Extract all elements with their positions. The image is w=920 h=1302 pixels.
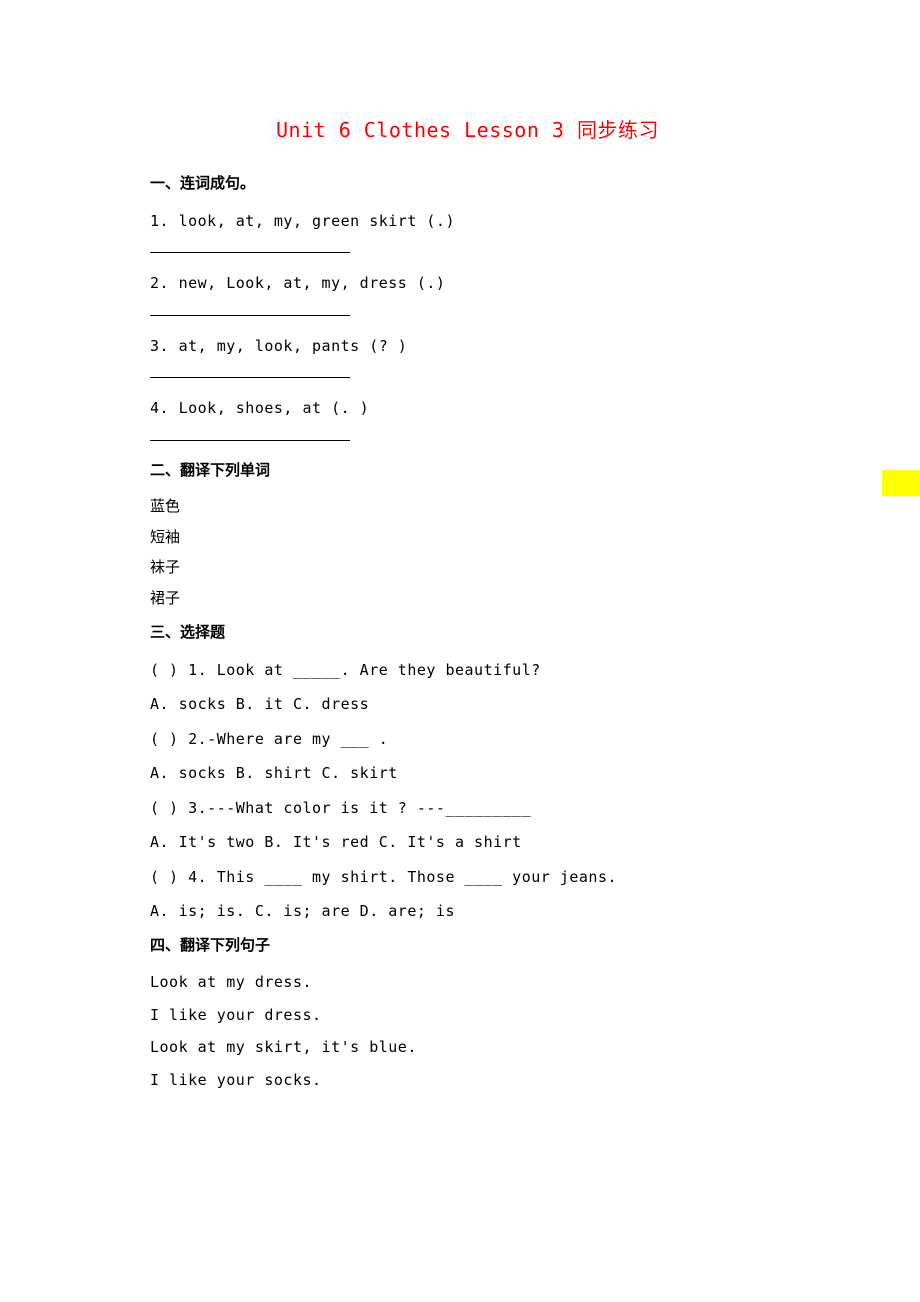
s4-s1: Look at my dress. [150,971,785,994]
s3-q2: ( ) 2.-Where are my ___ . [150,728,785,751]
s3-q4: ( ) 4. This ____ my shirt. Those ____ yo… [150,866,785,889]
s3-q1-options: A. socks B. it C. dress [150,693,785,716]
answer-blank[interactable] [150,430,785,446]
s1-q4: 4. Look, shoes, at (. ) [150,397,785,420]
section2-heading: 二、翻译下列单词 [150,460,785,483]
s1-q1: 1. look, at, my, green skirt (.) [150,210,785,233]
section1-heading: 一、连词成句。 [150,173,785,196]
highlight-tab [882,470,920,496]
s4-s3: Look at my skirt, it's blue. [150,1036,785,1059]
s3-q2-options: A. socks B. shirt C. skirt [150,762,785,785]
s1-q3: 3. at, my, look, pants (? ) [150,335,785,358]
section4-heading: 四、翻译下列句子 [150,935,785,958]
s2-w4: 裙子 [150,588,785,611]
s3-q3-options: A. It's two B. It's red C. It's a shirt [150,831,785,854]
answer-blank[interactable] [150,367,785,383]
s2-w2: 短袖 [150,527,785,550]
s3-q1: ( ) 1. Look at _____. Are they beautiful… [150,659,785,682]
section3-heading: 三、选择题 [150,622,785,645]
s3-q3: ( ) 3.---What color is it ? ---_________ [150,797,785,820]
s2-w1: 蓝色 [150,496,785,519]
s2-w3: 袜子 [150,557,785,580]
page-title: Unit 6 Clothes Lesson 3 同步练习 [150,115,785,145]
worksheet-page: Unit 6 Clothes Lesson 3 同步练习 一、连词成句。 1. … [0,0,920,1091]
s3-q4-options: A. is; is. C. is; are D. are; is [150,900,785,923]
answer-blank[interactable] [150,242,785,258]
answer-blank[interactable] [150,305,785,321]
s4-s4: I like your socks. [150,1069,785,1092]
s1-q2: 2. new, Look, at, my, dress (.) [150,272,785,295]
s4-s2: I like your dress. [150,1004,785,1027]
